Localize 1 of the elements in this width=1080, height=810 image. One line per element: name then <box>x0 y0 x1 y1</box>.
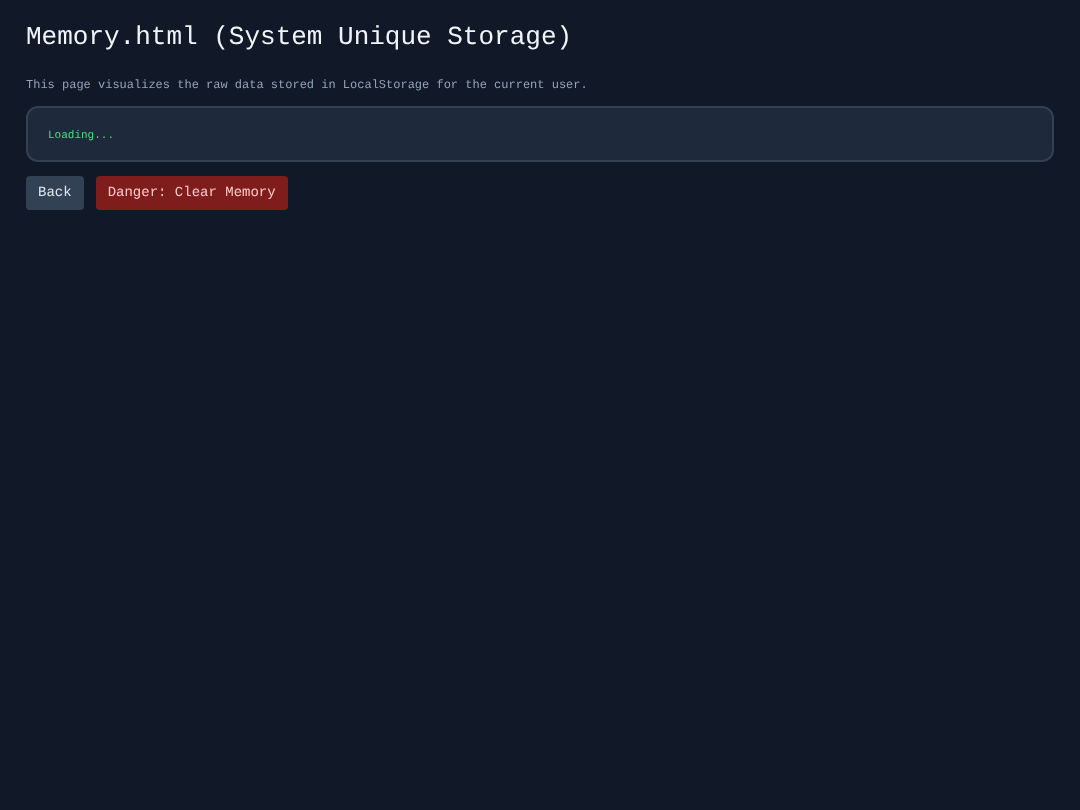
page-title: Memory.html (System Unique Storage) <box>26 24 575 52</box>
